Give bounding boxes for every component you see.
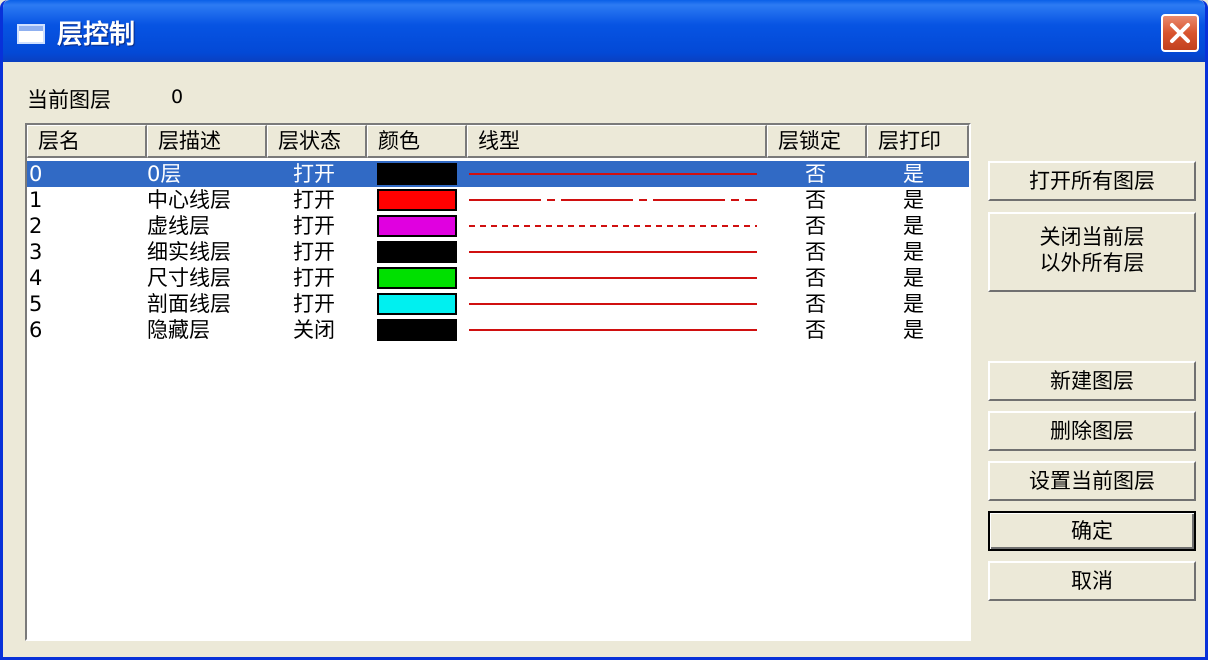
- layer-locked-cell: 否: [805, 162, 826, 186]
- layer-color-swatch[interactable]: [377, 241, 457, 263]
- layer-locked-cell: 否: [805, 318, 826, 342]
- layer-color-swatch[interactable]: [377, 189, 457, 211]
- layer-print-cell: 是: [903, 292, 924, 316]
- layer-print-cell: 是: [903, 162, 924, 186]
- layer-description-cell: 剖面线层: [147, 292, 231, 316]
- close-icon: [1170, 23, 1190, 43]
- column-header-status[interactable]: 层状态: [267, 125, 367, 158]
- layer-name-cell: 5: [29, 292, 43, 316]
- layer-status-cell: 打开: [293, 188, 335, 212]
- window-title: 层控制: [57, 20, 136, 50]
- layer-print-cell: 是: [903, 318, 924, 342]
- title-bar[interactable]: 层控制: [3, 0, 1205, 62]
- layer-linetype-preview[interactable]: [467, 239, 759, 265]
- close-other-layers-label-line2: 以外所有层: [1039, 251, 1145, 275]
- table-row[interactable]: 0 0层 打开 否 是: [27, 161, 969, 187]
- layer-linetype-preview[interactable]: [467, 291, 759, 317]
- layer-print-cell: 是: [903, 214, 924, 238]
- window-icon: [17, 24, 45, 44]
- current-layer-value: 0: [171, 86, 184, 108]
- layer-locked-cell: 否: [805, 188, 826, 212]
- layer-description-cell: 隐藏层: [147, 318, 210, 342]
- layer-linetype-preview[interactable]: [467, 265, 759, 291]
- layer-list[interactable]: 层名 层描述 层状态 颜色 线型 层锁定 层打印 0 0层 打开否是 1 中心线层 打开否…: [25, 123, 971, 641]
- layer-description-cell: 0层: [147, 162, 182, 186]
- layer-color-swatch[interactable]: [377, 267, 457, 289]
- layer-name-cell: 1: [29, 188, 43, 212]
- layer-print-cell: 是: [903, 266, 924, 290]
- ok-button[interactable]: 确定: [988, 511, 1196, 551]
- layer-locked-cell: 否: [805, 292, 826, 316]
- layer-name-cell: 4: [29, 266, 43, 290]
- layer-color-swatch[interactable]: [377, 163, 457, 185]
- layer-status-cell: 打开: [293, 214, 335, 238]
- layer-color-swatch[interactable]: [377, 293, 457, 315]
- layer-locked-cell: 否: [805, 240, 826, 264]
- layer-status-cell: 打开: [293, 240, 335, 264]
- layer-status-cell: 打开: [293, 162, 335, 186]
- layer-name-cell: 3: [29, 240, 43, 264]
- layer-linetype-preview[interactable]: [467, 161, 759, 187]
- layer-print-cell: 是: [903, 240, 924, 264]
- layer-description-cell: 细实线层: [147, 240, 231, 264]
- layer-linetype-preview[interactable]: [467, 213, 759, 239]
- layer-name-cell: 2: [29, 214, 43, 238]
- layer-print-cell: 是: [903, 188, 924, 212]
- layer-status-cell: 打开: [293, 292, 335, 316]
- layer-name-cell: 6: [29, 318, 43, 342]
- table-row[interactable]: 1 中心线层 打开 否 是: [27, 187, 969, 213]
- table-row[interactable]: 5 剖面线层 打开 否 是: [27, 291, 969, 317]
- layer-description-cell: 尺寸线层: [147, 266, 231, 290]
- column-header-name[interactable]: 层名: [27, 125, 147, 158]
- close-button[interactable]: [1161, 14, 1199, 52]
- column-header-print[interactable]: 层打印: [867, 125, 969, 158]
- layer-description-cell: 中心线层: [147, 188, 231, 212]
- column-header-color[interactable]: 颜色: [367, 125, 467, 158]
- column-header-description[interactable]: 层描述: [147, 125, 267, 158]
- layer-status-cell: 关闭: [293, 318, 335, 342]
- table-row[interactable]: 2 虚线层 打开 否 是: [27, 213, 969, 239]
- layer-description-cell: 虚线层: [147, 214, 210, 238]
- column-header-linetype[interactable]: 线型: [467, 125, 767, 158]
- close-other-layers-label-line1: 关闭当前层: [1039, 225, 1145, 249]
- layer-locked-cell: 否: [805, 266, 826, 290]
- layer-locked-cell: 否: [805, 214, 826, 238]
- layer-name-cell: 0: [29, 162, 43, 186]
- layer-linetype-preview[interactable]: [467, 187, 759, 213]
- set-current-layer-button[interactable]: 设置当前图层: [988, 461, 1196, 501]
- close-other-layers-button[interactable]: 关闭当前层 以外所有层: [988, 212, 1196, 292]
- layer-color-swatch[interactable]: [377, 319, 457, 341]
- layer-linetype-preview[interactable]: [467, 317, 759, 343]
- table-row[interactable]: 6 隐藏层 关闭 否 是: [27, 317, 969, 343]
- table-row[interactable]: 3 细实线层 打开 否 是: [27, 239, 969, 265]
- layer-status-cell: 打开: [293, 266, 335, 290]
- column-header-locked[interactable]: 层锁定: [767, 125, 867, 158]
- delete-layer-button[interactable]: 删除图层: [988, 411, 1196, 451]
- current-layer-label: 当前图层: [27, 88, 111, 112]
- cancel-button[interactable]: 取消: [988, 561, 1196, 601]
- new-layer-button[interactable]: 新建图层: [988, 361, 1196, 401]
- layer-control-dialog: 层控制 当前图层 0 层名 层描述 层状态 颜色 线型 层锁定 层打印 0 0层打…: [0, 0, 1208, 660]
- open-all-layers-button[interactable]: 打开所有图层: [988, 161, 1196, 201]
- table-row[interactable]: 4 尺寸线层 打开 否 是: [27, 265, 969, 291]
- layer-color-swatch[interactable]: [377, 215, 457, 237]
